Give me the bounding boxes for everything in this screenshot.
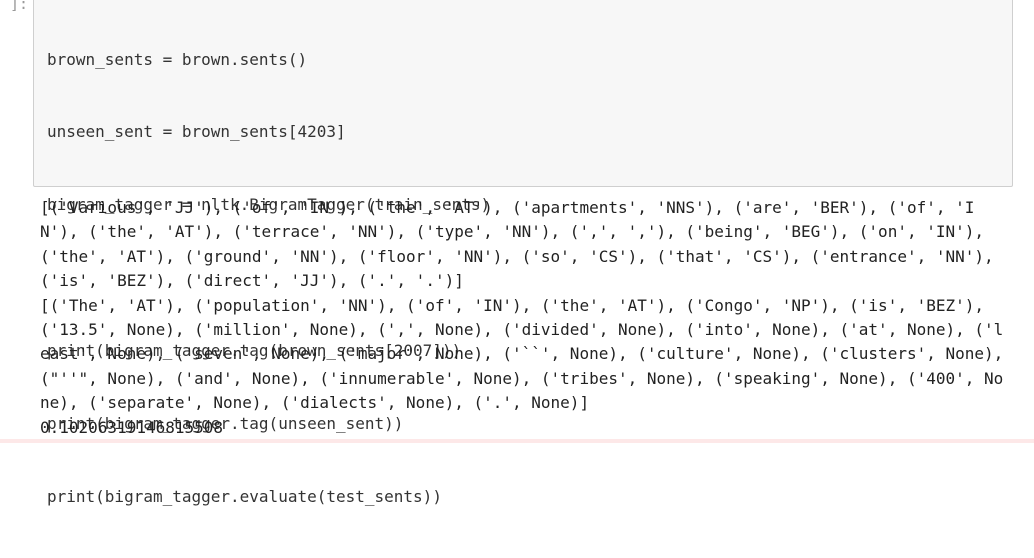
cell-output-area: [('Various', 'JJ'), ('of', 'IN'), ('the'… — [40, 196, 1025, 440]
code-input-area[interactable]: brown_sents = brown.sents() unseen_sent … — [33, 0, 1013, 506]
code-line: brown_sents = brown.sents() — [47, 49, 308, 69]
code-line: unseen_sent = brown_sents[4203] — [47, 122, 346, 142]
output-line: [('Various', 'JJ'), ('of', 'IN'), ('the'… — [40, 198, 975, 217]
cell-separator — [0, 439, 1034, 443]
output-line: [('The', 'AT'), ('population', 'NN'), ('… — [40, 295, 985, 315]
output-line: ('is', 'BEZ'), ('direct', 'JJ'), ('.', '… — [40, 271, 464, 291]
output-line: east', None), ('seven', None), ('major',… — [40, 344, 1004, 364]
output-line: N'), ('the', 'AT'), ('terrace', 'NN'), (… — [40, 222, 985, 242]
output-line: ('the', 'AT'), ('ground', 'NN'), ('floor… — [40, 246, 994, 266]
output-evaluation-score: 0.10206319146815508 — [40, 417, 224, 437]
output-line: ("''", None), ('and', None), ('innumerab… — [40, 368, 1004, 388]
input-prompt: ]: — [9, 0, 28, 13]
output-line: ne), ('separate', None), ('dialects', No… — [40, 393, 590, 413]
code-line: print(bigram_tagger.evaluate(test_sents)… — [47, 486, 442, 506]
output-line: ('13.5', None), ('million', None), (',',… — [40, 319, 1004, 339]
